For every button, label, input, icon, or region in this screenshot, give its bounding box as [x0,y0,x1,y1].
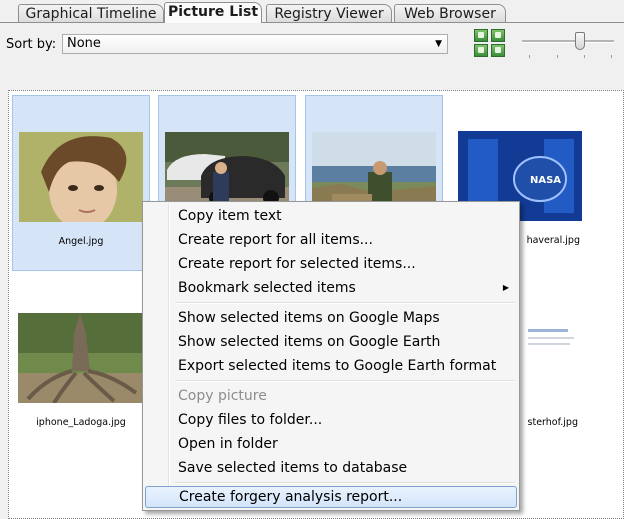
picture-thumbnail[interactable] [18,313,142,403]
view-mode-icon[interactable] [474,44,488,57]
menu-item-open-in-folder[interactable]: Open in folder [145,433,517,455]
sort-by-select[interactable]: None ▼ [62,34,448,54]
tab-web-browser[interactable]: Web Browser [394,4,506,22]
picture-item[interactable]: iphone_Ladoga.jpg [12,277,150,453]
tab-graphical-timeline[interactable]: Graphical Timeline [18,4,164,22]
app-window: Graphical Timeline Picture List Registry… [0,0,624,519]
toolbar: Sort by: None ▼ [0,24,624,84]
menu-item-create-report-all[interactable]: Create report for all items... [145,229,517,251]
menu-item-copy-files-to-folder[interactable]: Copy files to folder... [145,409,517,431]
view-mode-buttons [474,29,508,61]
view-mode-icon[interactable] [474,29,488,42]
menu-item-save-to-database[interactable]: Save selected items to database [145,457,517,479]
slider-track [522,40,614,43]
slider-tick [529,55,530,58]
slider-tick [584,55,585,58]
sort-by-label: Sort by: [6,37,57,52]
sort-by-value: None [67,36,101,51]
picture-thumbnail[interactable] [19,132,143,222]
slider-thumb[interactable] [575,32,585,50]
slider-tick [611,55,612,58]
submenu-arrow-icon: ▶ [502,283,509,292]
menu-item-create-report-selected[interactable]: Create report for selected items... [145,253,517,275]
picture-item[interactable]: Angel.jpg [12,95,150,271]
menu-item-label: Bookmark selected items [178,280,356,296]
tab-registry-viewer[interactable]: Registry Viewer [266,4,392,22]
svg-text:NASA: NASA [530,175,561,186]
tab-picture-list[interactable]: Picture List [164,2,262,23]
tab-bar: Graphical Timeline Picture List Registry… [0,0,624,24]
dropdown-arrow-icon: ▼ [435,39,442,49]
picture-filename: iphone_Ladoga.jpg [36,417,126,428]
menu-item-export-google-earth[interactable]: Export selected items to Google Earth fo… [145,355,517,377]
menu-separator [175,380,515,382]
slider-tick [557,55,558,58]
view-mode-icon[interactable] [491,29,505,42]
menu-item-copy-picture: Copy picture [178,388,267,404]
menu-separator [175,302,515,304]
menu-item-copy-item-text[interactable]: Copy item text [145,205,517,227]
menu-separator [175,482,515,484]
menu-item-show-google-earth[interactable]: Show selected items on Google Earth [145,331,517,353]
menu-item-bookmark-selected[interactable]: Bookmark selected items ▶ [145,277,517,299]
thumbnail-size-slider[interactable] [520,28,616,60]
context-menu: Copy item text Create report for all ite… [142,201,520,511]
picture-filename: Angel.jpg [58,236,104,247]
menu-item-create-forgery-report[interactable]: Create forgery analysis report... [145,486,517,508]
view-mode-icon[interactable] [491,44,505,57]
menu-item-show-google-maps[interactable]: Show selected items on Google Maps [145,307,517,329]
